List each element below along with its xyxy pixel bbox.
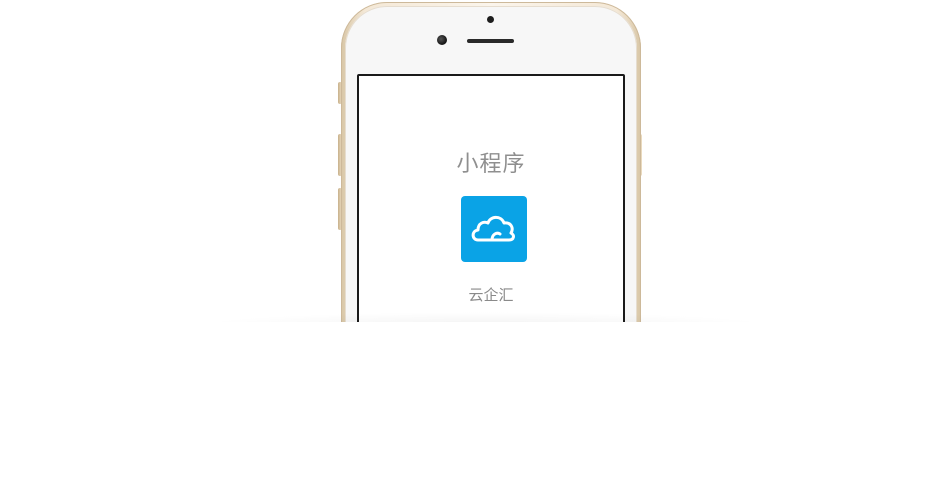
- mini-program-title: 小程序: [456, 152, 526, 177]
- front-sensor-icon: [487, 16, 494, 23]
- earpiece-speaker: [467, 39, 514, 43]
- cloud-icon: [471, 215, 515, 242]
- app-name-label: 云企汇: [468, 286, 514, 304]
- page-lower-area: [0, 322, 948, 498]
- front-camera-icon: [437, 35, 447, 45]
- app-icon[interactable]: [461, 196, 527, 262]
